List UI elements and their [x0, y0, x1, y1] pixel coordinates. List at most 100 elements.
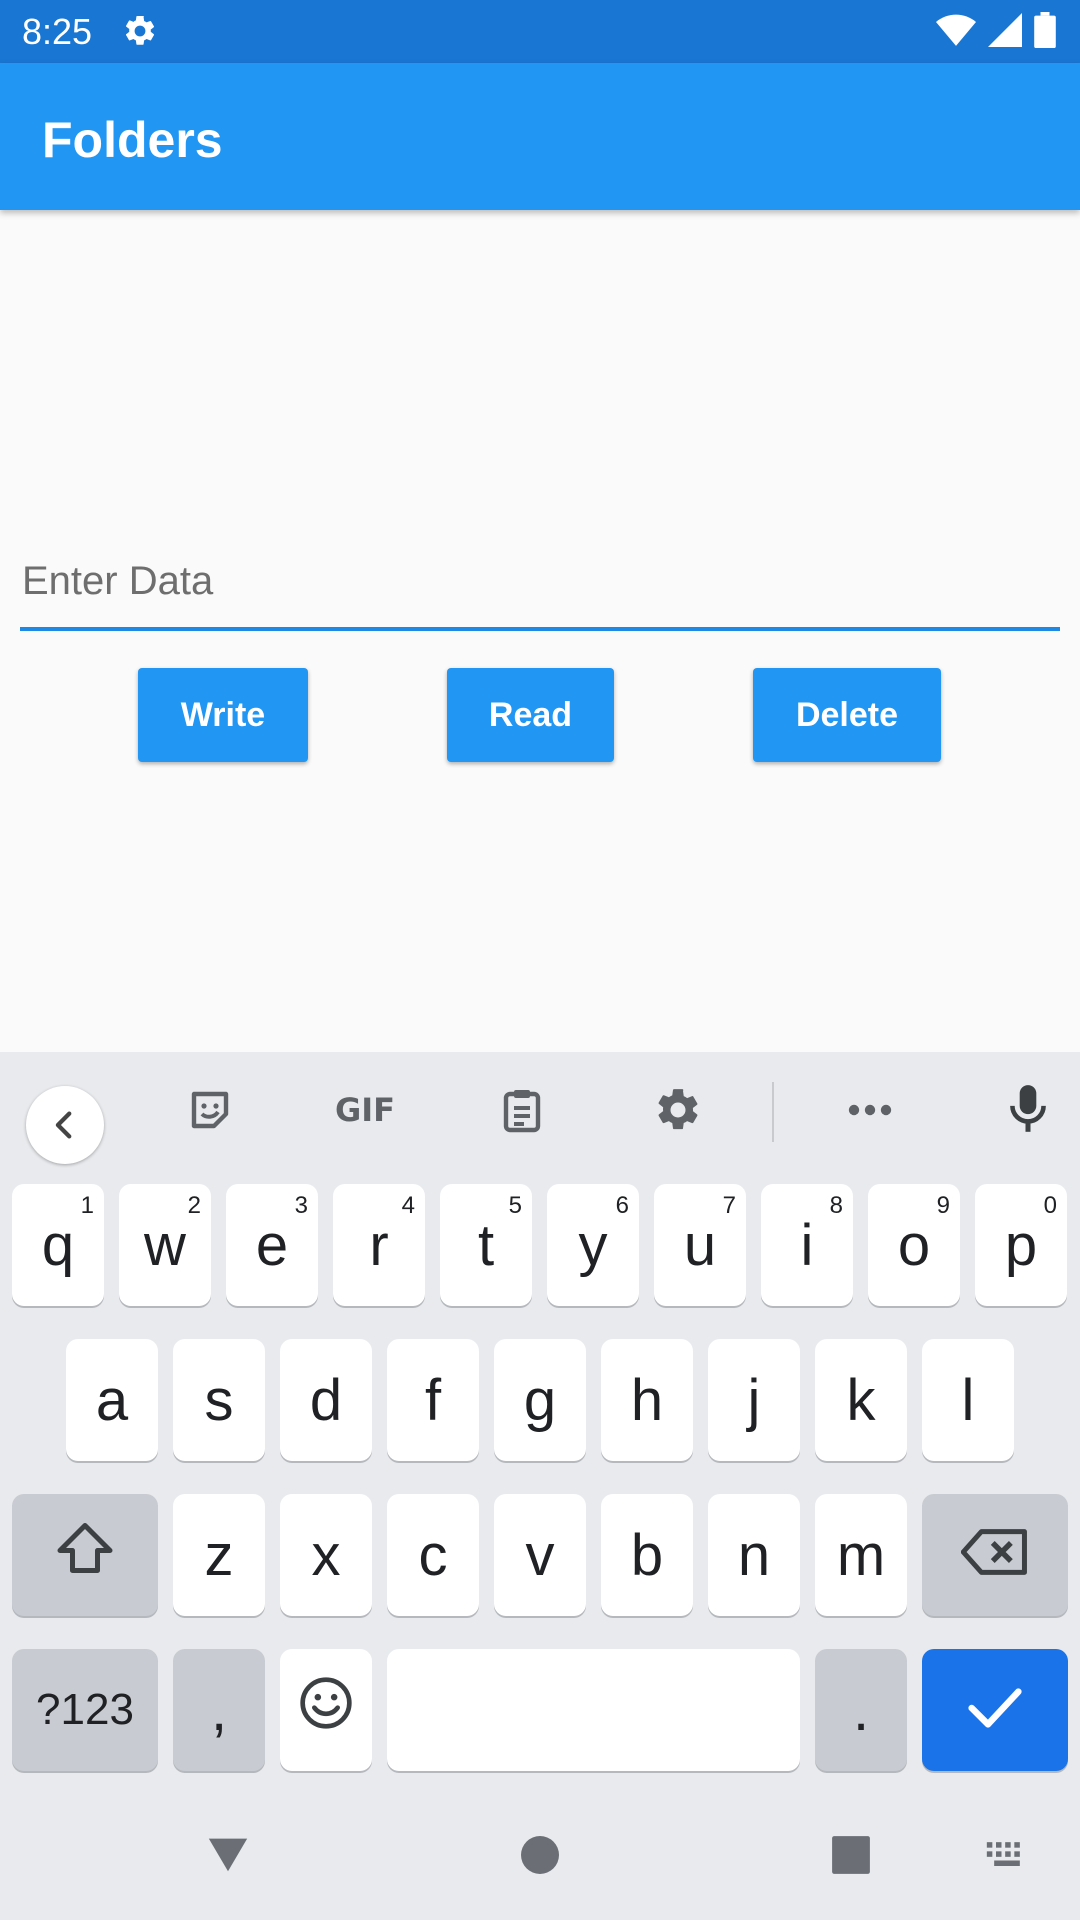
key-hint: 2 [187, 1192, 201, 1219]
key-label: a [95, 1367, 129, 1433]
clipboard-icon[interactable] [492, 1080, 552, 1140]
key-label: h [630, 1367, 664, 1433]
key-l[interactable]: l [922, 1339, 1014, 1461]
key-label: v [525, 1522, 555, 1588]
gif-icon[interactable]: GIF [326, 1080, 404, 1140]
key-label: j [747, 1367, 761, 1433]
key-label: t [477, 1212, 495, 1278]
symbols-key[interactable]: ?123 [12, 1649, 158, 1771]
status-time: 8:25 [22, 11, 93, 52]
key-o[interactable]: o9 [868, 1184, 960, 1306]
key-e[interactable]: e3 [226, 1184, 318, 1306]
key-hint: 3 [294, 1192, 308, 1219]
status-bar: 8:25 [0, 0, 1080, 63]
key-a[interactable]: a [66, 1339, 158, 1461]
key-x[interactable]: x [280, 1494, 372, 1616]
recents-square-icon[interactable] [830, 1834, 872, 1881]
key-n[interactable]: n [708, 1494, 800, 1616]
mic-icon[interactable] [998, 1080, 1058, 1140]
data-input[interactable] [20, 535, 1060, 631]
key-c[interactable]: c [387, 1494, 479, 1616]
key-hint: 1 [80, 1192, 94, 1219]
key-u[interactable]: u7 [654, 1184, 746, 1306]
more-icon[interactable] [840, 1080, 900, 1140]
key-label: x [311, 1522, 341, 1588]
key-hint: 4 [401, 1192, 415, 1219]
key-q[interactable]: q1 [12, 1184, 104, 1306]
key-label: z [204, 1522, 234, 1588]
key-label: b [630, 1522, 664, 1588]
key-label: g [523, 1367, 557, 1433]
key-label: m [836, 1522, 886, 1588]
write-button[interactable]: Write [138, 668, 308, 762]
key-k[interactable]: k [815, 1339, 907, 1461]
space-key[interactable] [387, 1649, 800, 1771]
key-label: k [846, 1367, 876, 1433]
key-label: n [737, 1522, 771, 1588]
key-m[interactable]: m [815, 1494, 907, 1616]
delete-button[interactable]: Delete [753, 668, 941, 762]
home-circle-icon[interactable] [520, 1835, 560, 1880]
key-s[interactable]: s [173, 1339, 265, 1461]
page-title: Folders [42, 112, 223, 168]
gif-label: GIF [334, 1091, 396, 1129]
wifi-icon [936, 13, 976, 52]
key-label: e [255, 1212, 289, 1278]
key-label: p [1004, 1212, 1038, 1278]
key-label: c [418, 1522, 448, 1588]
checkmark-icon [967, 1677, 1023, 1744]
emoji-key[interactable] [280, 1649, 372, 1771]
key-label: o [897, 1212, 931, 1278]
key-g[interactable]: g [494, 1339, 586, 1461]
key-label: , [210, 1677, 228, 1743]
key-hint: 9 [936, 1192, 950, 1219]
key-label: l [961, 1367, 975, 1433]
key-hint: 7 [722, 1192, 736, 1219]
toolbar-divider [772, 1082, 774, 1142]
key-f[interactable]: f [387, 1339, 479, 1461]
done-key[interactable] [922, 1649, 1068, 1771]
back-chevron-icon[interactable] [26, 1086, 104, 1164]
key-label: i [800, 1212, 814, 1278]
comma-key[interactable]: , [173, 1649, 265, 1771]
key-label: . [852, 1677, 870, 1743]
gear-icon[interactable] [648, 1080, 708, 1140]
key-y[interactable]: y6 [547, 1184, 639, 1306]
key-i[interactable]: i8 [761, 1184, 853, 1306]
key-d[interactable]: d [280, 1339, 372, 1461]
key-hint: 0 [1043, 1192, 1057, 1219]
key-p[interactable]: p0 [975, 1184, 1067, 1306]
keyboard-toolbar: GIF [0, 1052, 1080, 1168]
key-j[interactable]: j [708, 1339, 800, 1461]
key-b[interactable]: b [601, 1494, 693, 1616]
shift-icon [55, 1520, 115, 1590]
key-w[interactable]: w2 [119, 1184, 211, 1306]
key-label: r [369, 1212, 389, 1278]
back-triangle-icon[interactable] [205, 1834, 251, 1879]
key-label: y [578, 1212, 608, 1278]
sticker-icon[interactable] [180, 1080, 240, 1140]
period-key[interactable]: . [815, 1649, 907, 1771]
key-h[interactable]: h [601, 1339, 693, 1461]
key-label: w [144, 1212, 186, 1278]
backspace-key[interactable] [922, 1494, 1068, 1616]
key-hint: 6 [615, 1192, 629, 1219]
read-button[interactable]: Read [447, 668, 614, 762]
key-v[interactable]: v [494, 1494, 586, 1616]
gear-icon [122, 13, 158, 49]
key-hint: 8 [829, 1192, 843, 1219]
shift-key[interactable] [12, 1494, 158, 1616]
emoji-icon [298, 1675, 354, 1745]
app-bar: Folders [0, 63, 1080, 210]
signal-icon [988, 12, 1022, 52]
key-z[interactable]: z [173, 1494, 265, 1616]
key-label: u [683, 1212, 717, 1278]
key-r[interactable]: r4 [333, 1184, 425, 1306]
navigation-bar [0, 1790, 1080, 1920]
keyboard-switch-icon[interactable] [985, 1840, 1029, 1875]
key-label: q [41, 1212, 75, 1278]
key-label: d [309, 1367, 343, 1433]
key-label: f [424, 1367, 442, 1433]
backspace-icon [960, 1522, 1029, 1589]
key-t[interactable]: t5 [440, 1184, 532, 1306]
